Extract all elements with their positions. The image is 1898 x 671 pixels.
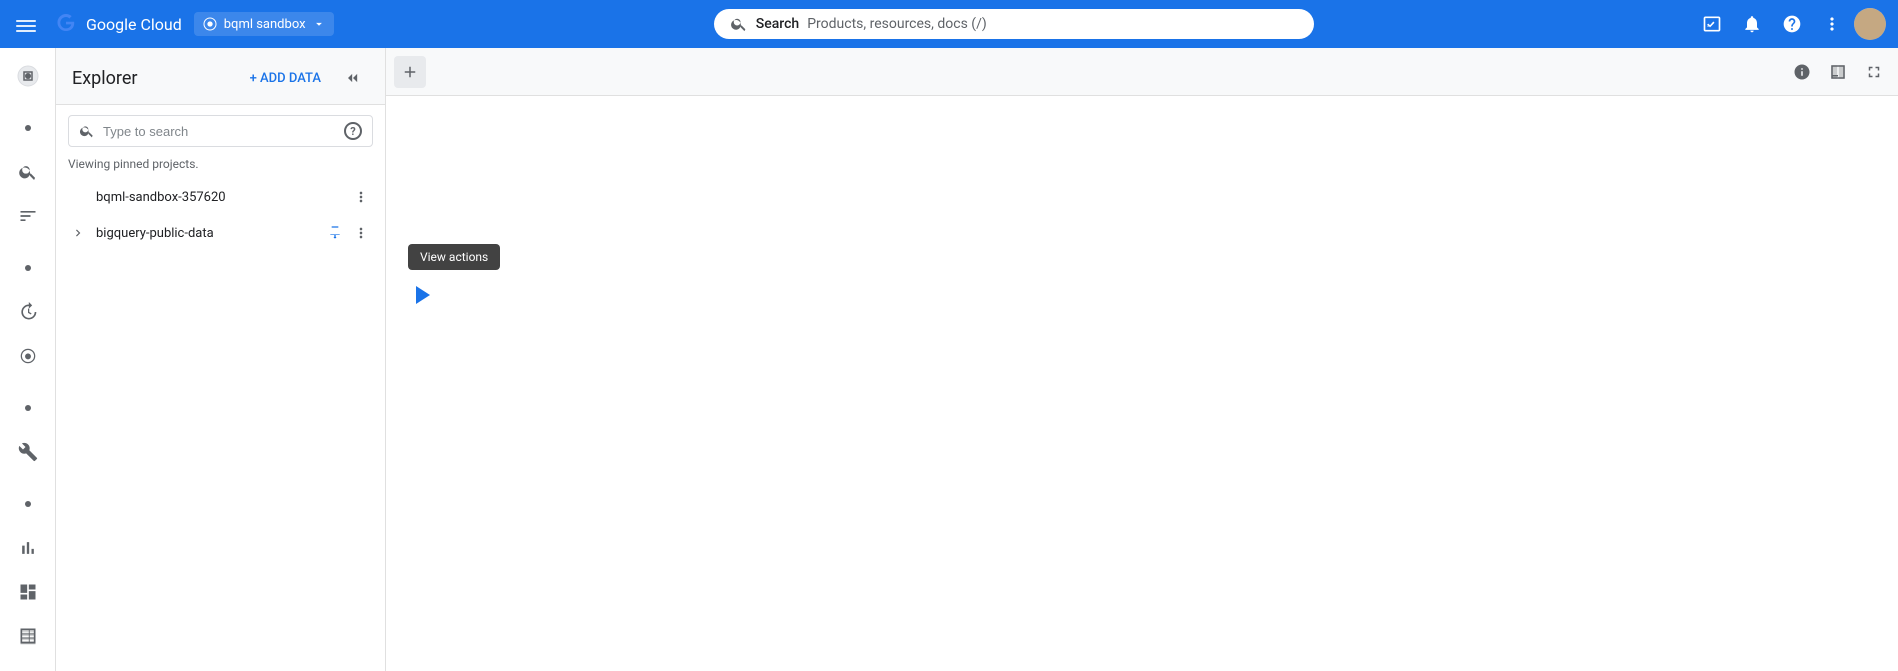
- play-button-area: [416, 286, 430, 304]
- toolbar-right: [1786, 56, 1890, 88]
- help-button[interactable]: [1774, 6, 1810, 42]
- info-button[interactable]: [1786, 56, 1818, 88]
- google-cloud-logo: Google Cloud: [52, 10, 182, 38]
- sidebar-table-button[interactable]: [8, 616, 48, 656]
- dot-icon-3: [25, 405, 31, 411]
- sidebar-search-button[interactable]: [8, 152, 48, 192]
- sidebar-dot-3: [8, 388, 48, 428]
- play-button[interactable]: [416, 286, 430, 304]
- split-view-button[interactable]: [1822, 56, 1854, 88]
- add-data-label: + ADD DATA: [250, 71, 321, 86]
- search-label: Search: [756, 16, 799, 32]
- table-icon: [18, 626, 38, 646]
- icon-sidebar: [0, 48, 56, 671]
- sidebar-dashboard-button[interactable]: [8, 572, 48, 612]
- content-area: View actions: [386, 96, 1898, 671]
- project-selector[interactable]: bqml sandbox: [194, 12, 334, 36]
- explorer-header: Explorer + ADD DATA: [56, 48, 385, 105]
- sidebar-search-icon: [18, 162, 38, 182]
- more-vert-icon: [353, 189, 369, 205]
- project-more-button[interactable]: [349, 221, 373, 245]
- project-name: bqml sandbox: [224, 17, 306, 32]
- add-data-button[interactable]: + ADD DATA: [242, 67, 329, 90]
- project-name-label: bqml-sandbox-357620: [92, 190, 345, 205]
- dot-icon-2: [25, 265, 31, 271]
- project-list: bqml-sandbox-357620 bigquery-public-data: [56, 179, 385, 671]
- bigquery-icon: [16, 64, 40, 88]
- top-nav-left: Google Cloud bqml sandbox: [12, 8, 334, 40]
- more-vert-icon: [353, 225, 369, 241]
- explorer-search-box[interactable]: ?: [68, 115, 373, 147]
- pin-icon: [323, 221, 347, 245]
- top-nav-right: [1694, 6, 1886, 42]
- hamburger-menu-button[interactable]: [12, 8, 40, 40]
- collapse-panel-button[interactable]: [337, 62, 369, 94]
- chevron-down-icon: [312, 17, 326, 31]
- history-icon: [18, 302, 38, 322]
- list-item[interactable]: bqml-sandbox-357620: [60, 179, 381, 215]
- sidebar-history-button[interactable]: [8, 292, 48, 332]
- fullscreen-icon: [1865, 63, 1883, 81]
- panel-resizer[interactable]: [381, 48, 385, 671]
- explorer-title: Explorer: [72, 68, 138, 89]
- explorer-search-icon: [79, 123, 95, 139]
- project-icon: [202, 16, 218, 32]
- viewing-pinned-text: Viewing pinned projects.: [56, 153, 385, 179]
- starred-icon: [18, 346, 38, 366]
- search-wrap: ?: [56, 105, 385, 153]
- dot-icon-1: [25, 125, 31, 131]
- explorer-header-actions: + ADD DATA: [242, 62, 369, 94]
- project-actions: [323, 221, 373, 245]
- notifications-button[interactable]: [1734, 6, 1770, 42]
- add-tab-button[interactable]: [394, 56, 426, 88]
- search-icon: [730, 15, 748, 33]
- top-nav: Google Cloud bqml sandbox Search Product…: [0, 0, 1898, 48]
- search-help-button[interactable]: ?: [344, 122, 362, 140]
- list-item[interactable]: bigquery-public-data: [60, 215, 381, 251]
- global-search-bar[interactable]: Search Products, resources, docs (/): [714, 9, 1314, 39]
- sidebar-tools-button[interactable]: [8, 432, 48, 472]
- view-actions-tooltip: View actions: [408, 244, 500, 270]
- terminal-button[interactable]: [1694, 6, 1730, 42]
- top-nav-center: Search Products, resources, docs (/): [342, 9, 1686, 39]
- project-more-button[interactable]: [349, 185, 373, 209]
- avatar-image: [1854, 8, 1886, 40]
- sidebar-dot-1: [8, 108, 48, 148]
- dot-icon-4: [25, 501, 31, 507]
- expand-arrow[interactable]: [68, 223, 88, 243]
- sidebar-starred-button[interactable]: [8, 336, 48, 376]
- fullscreen-button[interactable]: [1858, 56, 1890, 88]
- sidebar-dot-4: [8, 484, 48, 524]
- more-options-button[interactable]: [1814, 6, 1850, 42]
- collapse-icon: [343, 68, 363, 88]
- search-hint: Products, resources, docs (/): [807, 16, 987, 32]
- pin-filled-icon: [327, 225, 343, 241]
- bigquery-home-button[interactable]: [8, 56, 48, 96]
- sidebar-filter-icon: [18, 206, 38, 226]
- split-view-icon: [1829, 63, 1847, 81]
- expand-placeholder: [68, 187, 88, 207]
- main-content: View actions: [386, 48, 1898, 671]
- search-input[interactable]: [103, 124, 336, 139]
- logo-text: Google Cloud: [86, 15, 182, 34]
- sidebar-chart-button[interactable]: [8, 528, 48, 568]
- add-tab-icon: [401, 63, 419, 81]
- user-avatar[interactable]: [1854, 8, 1886, 40]
- project-name-label: bigquery-public-data: [92, 226, 319, 241]
- google-logo-icon: [52, 10, 80, 38]
- tools-icon: [18, 442, 38, 462]
- info-icon: [1793, 63, 1811, 81]
- sidebar-dot-2: [8, 248, 48, 288]
- project-actions: [349, 185, 373, 209]
- chevron-right-icon: [71, 226, 85, 240]
- sidebar-filter-button[interactable]: [8, 196, 48, 236]
- main-layout: Explorer + ADD DATA ? Viewing pinned pro…: [0, 48, 1898, 671]
- dashboard-icon: [18, 582, 38, 602]
- bar-chart-icon: [18, 538, 38, 558]
- content-toolbar: [386, 48, 1898, 96]
- explorer-panel: Explorer + ADD DATA ? Viewing pinned pro…: [56, 48, 386, 671]
